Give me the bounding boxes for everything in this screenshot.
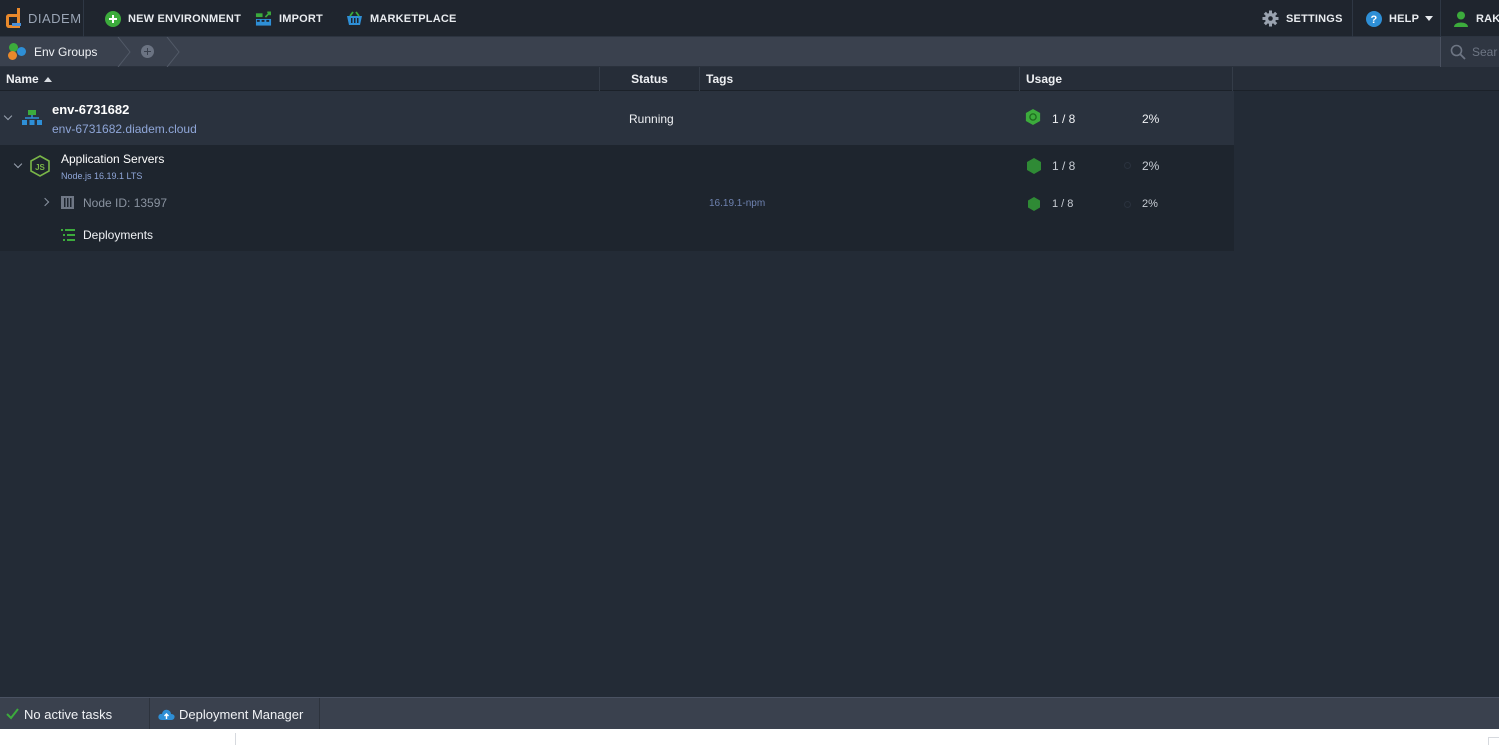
deployments-row[interactable]: Deployments (0, 221, 1234, 249)
column-status[interactable]: Status (600, 67, 700, 91)
cloudlet-hexagon-icon (1028, 197, 1040, 211)
user-name: RAK (1476, 12, 1499, 25)
basket-icon (346, 10, 363, 27)
import-label: IMPORT (279, 12, 323, 25)
logo-text: DIADEM (28, 10, 82, 26)
env-groups-icon (8, 43, 28, 61)
column-header-row: Name Status Tags Usage (0, 67, 1499, 91)
cloud-upload-icon (158, 709, 175, 720)
gear-icon (1262, 10, 1279, 27)
column-tags[interactable]: Tags (700, 67, 1020, 91)
environment-topology-icon (22, 110, 42, 125)
env-groups-crumb[interactable]: Env Groups (0, 37, 97, 67)
app-servers-cloudlets: 1 / 8 (1052, 159, 1076, 173)
settings-label: SETTINGS (1286, 12, 1343, 25)
column-name-label: Name (6, 72, 39, 86)
collapse-chevron-icon[interactable] (13, 159, 23, 169)
question-circle-icon: ? (1365, 10, 1382, 27)
chevron-down-icon (1425, 16, 1434, 21)
environment-children: JS Application Servers Node.js 16.19.1 L… (0, 145, 1234, 251)
search-input[interactable]: Sear (1440, 37, 1499, 67)
breadcrumb: Env Groups Sear (0, 37, 1499, 67)
import-button[interactable]: IMPORT (255, 0, 323, 37)
new-environment-label: NEW ENVIRONMENT (128, 12, 241, 25)
search-icon (1450, 44, 1466, 60)
application-servers-row[interactable]: JS Application Servers Node.js 16.19.1 L… (0, 145, 1234, 185)
node-id-label[interactable]: Node ID: 13597 (83, 196, 167, 210)
environment-disk-usage: 2% (1142, 112, 1160, 126)
node-tag[interactable]: 16.19.1-npm (709, 198, 765, 209)
diadem-logo[interactable]: DIADEM (6, 6, 82, 30)
collapse-chevron-icon[interactable] (3, 111, 13, 121)
nodejs-icon: JS (30, 155, 50, 177)
checkmark-icon (6, 708, 19, 720)
expand-chevron-icon[interactable] (40, 197, 50, 207)
add-group-icon[interactable] (141, 45, 154, 58)
node-cloudlets: 1 / 8 (1052, 198, 1074, 210)
sort-ascending-icon (43, 76, 52, 82)
env-groups-label: Env Groups (34, 45, 98, 59)
breadcrumb-separator-icon (117, 37, 131, 67)
breadcrumb-separator-icon (166, 37, 180, 67)
svg-text:JS: JS (35, 163, 45, 172)
app-servers-title: Application Servers (61, 152, 165, 166)
deployment-manager-label: Deployment Manager (179, 706, 304, 722)
environment-status: Running (629, 112, 674, 126)
environment-name[interactable]: env-6731682 (52, 102, 129, 117)
help-label: HELP (1389, 12, 1420, 25)
environment-row[interactable]: env-6731682 env-6731682.diadem.cloud Run… (0, 91, 1234, 145)
user-icon (1452, 10, 1469, 27)
column-usage-label: Usage (1026, 72, 1063, 86)
deployments-label: Deployments (83, 228, 154, 242)
environment-domain-link[interactable]: env-6731682.diadem.cloud (52, 122, 197, 136)
tasks-status[interactable]: No active tasks (6, 698, 112, 730)
node-row[interactable]: Node ID: 13597 16.19.1-npm 1 / 8 2% (0, 187, 1234, 217)
plus-circle-icon (104, 10, 121, 27)
import-icon (255, 10, 272, 27)
server-node-icon (61, 196, 74, 209)
deployments-list-icon (61, 229, 75, 241)
column-status-label: Status (631, 72, 668, 86)
logo-mark-icon (6, 7, 26, 29)
bottom-status-bar: No active tasks Deployment Manager (0, 697, 1499, 730)
new-environment-button[interactable]: NEW ENVIRONMENT (104, 0, 241, 37)
user-menu-button[interactable]: RAK (1452, 0, 1499, 37)
help-button[interactable]: ? HELP (1365, 0, 1434, 37)
environment-cloudlets: 1 / 8 (1052, 112, 1076, 126)
marketplace-button[interactable]: MARKETPLACE (346, 0, 457, 37)
column-tags-label: Tags (706, 72, 734, 86)
settings-button[interactable]: SETTINGS (1262, 0, 1343, 37)
footer-area (0, 729, 1499, 745)
cloudlet-hexagon-icon (1025, 109, 1041, 125)
app-servers-disk-usage: 2% (1142, 159, 1160, 173)
column-name[interactable]: Name (0, 67, 600, 91)
node-disk-usage: 2% (1142, 198, 1158, 210)
top-toolbar: DIADEM NEW ENVIRONMENT IMPORT MARKETPLAC… (0, 0, 1499, 37)
marketplace-label: MARKETPLACE (370, 12, 457, 25)
cloudlet-hexagon-icon (1027, 158, 1041, 174)
search-placeholder: Sear (1472, 45, 1498, 59)
column-usage[interactable]: Usage (1020, 67, 1233, 91)
app-servers-version: Node.js 16.19.1 LTS (61, 171, 143, 181)
deployment-manager-button[interactable]: Deployment Manager (158, 698, 303, 730)
svg-text:?: ? (1370, 14, 1377, 26)
tasks-status-label: No active tasks (24, 706, 113, 722)
